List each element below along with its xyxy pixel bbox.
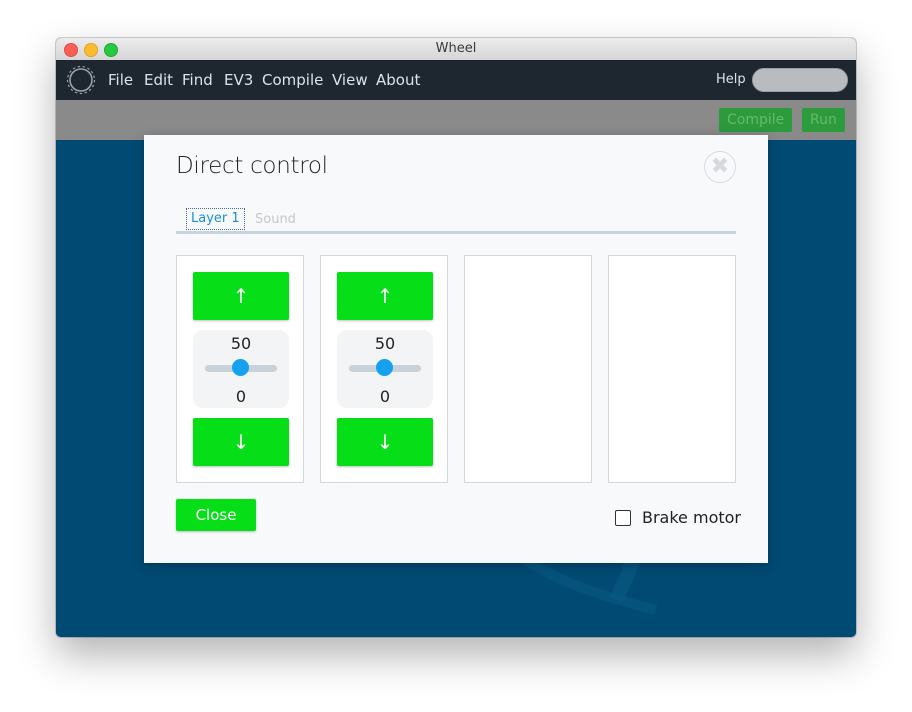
motor-2-speed-control: 50 0 <box>337 330 433 408</box>
motor-panel-3 <box>464 255 592 483</box>
gear-logo-icon <box>66 65 96 95</box>
menu-bar: File Edit Find EV3 Compile View About He… <box>56 60 856 100</box>
motor-1-forward-button[interactable]: ↑ <box>193 272 289 320</box>
toolbar: Compile Run <box>56 100 856 140</box>
menu-edit[interactable]: Edit <box>144 71 173 89</box>
motor-panel-1: ↑ 50 0 ↓ <box>176 255 304 483</box>
run-button[interactable]: Run <box>802 108 845 132</box>
dialog-title: Direct control <box>176 153 328 179</box>
help-search-input[interactable] <box>752 68 848 92</box>
menu-compile[interactable]: Compile <box>262 71 323 89</box>
tab-sound[interactable]: Sound <box>255 212 296 227</box>
motor-2-forward-button[interactable]: ↑ <box>337 272 433 320</box>
brake-motor-checkbox[interactable] <box>615 510 631 526</box>
tab-underline <box>176 231 736 234</box>
motor-1-speed-slider-thumb[interactable] <box>232 359 249 376</box>
motor-2-backward-button[interactable]: ↓ <box>337 418 433 466</box>
window-title: Wheel <box>435 41 477 56</box>
motor-2-position-value: 0 <box>379 387 391 406</box>
tab-layer-1[interactable]: Layer 1 <box>186 208 245 230</box>
menu-about[interactable]: About <box>376 71 420 89</box>
menu-view[interactable]: View <box>332 71 368 89</box>
menu-ev3[interactable]: EV3 <box>224 71 253 89</box>
help-label[interactable]: Help <box>716 72 746 87</box>
menu-file[interactable]: File <box>108 71 133 89</box>
motor-1-speed-control: 50 0 <box>193 330 289 408</box>
motor-1-position-value: 0 <box>235 387 247 406</box>
direct-control-dialog: Direct control ✖ Layer 1 Sound ↑ 50 0 ↓ … <box>144 135 768 563</box>
motor-panel-4 <box>608 255 736 483</box>
brake-motor-label[interactable]: Brake motor <box>642 508 741 527</box>
compile-button[interactable]: Compile <box>719 108 793 132</box>
close-button[interactable]: Close <box>176 499 256 531</box>
motor-1-backward-button[interactable]: ↓ <box>193 418 289 466</box>
motor-panel-2: ↑ 50 0 ↓ <box>320 255 448 483</box>
motor-2-speed-value: 50 <box>374 334 396 353</box>
title-bar: Wheel <box>56 38 856 61</box>
motor-2-speed-slider-thumb[interactable] <box>376 359 393 376</box>
menu-find[interactable]: Find <box>182 71 213 89</box>
motor-1-speed-value: 50 <box>230 334 252 353</box>
close-circle-icon[interactable]: ✖ <box>704 151 736 183</box>
